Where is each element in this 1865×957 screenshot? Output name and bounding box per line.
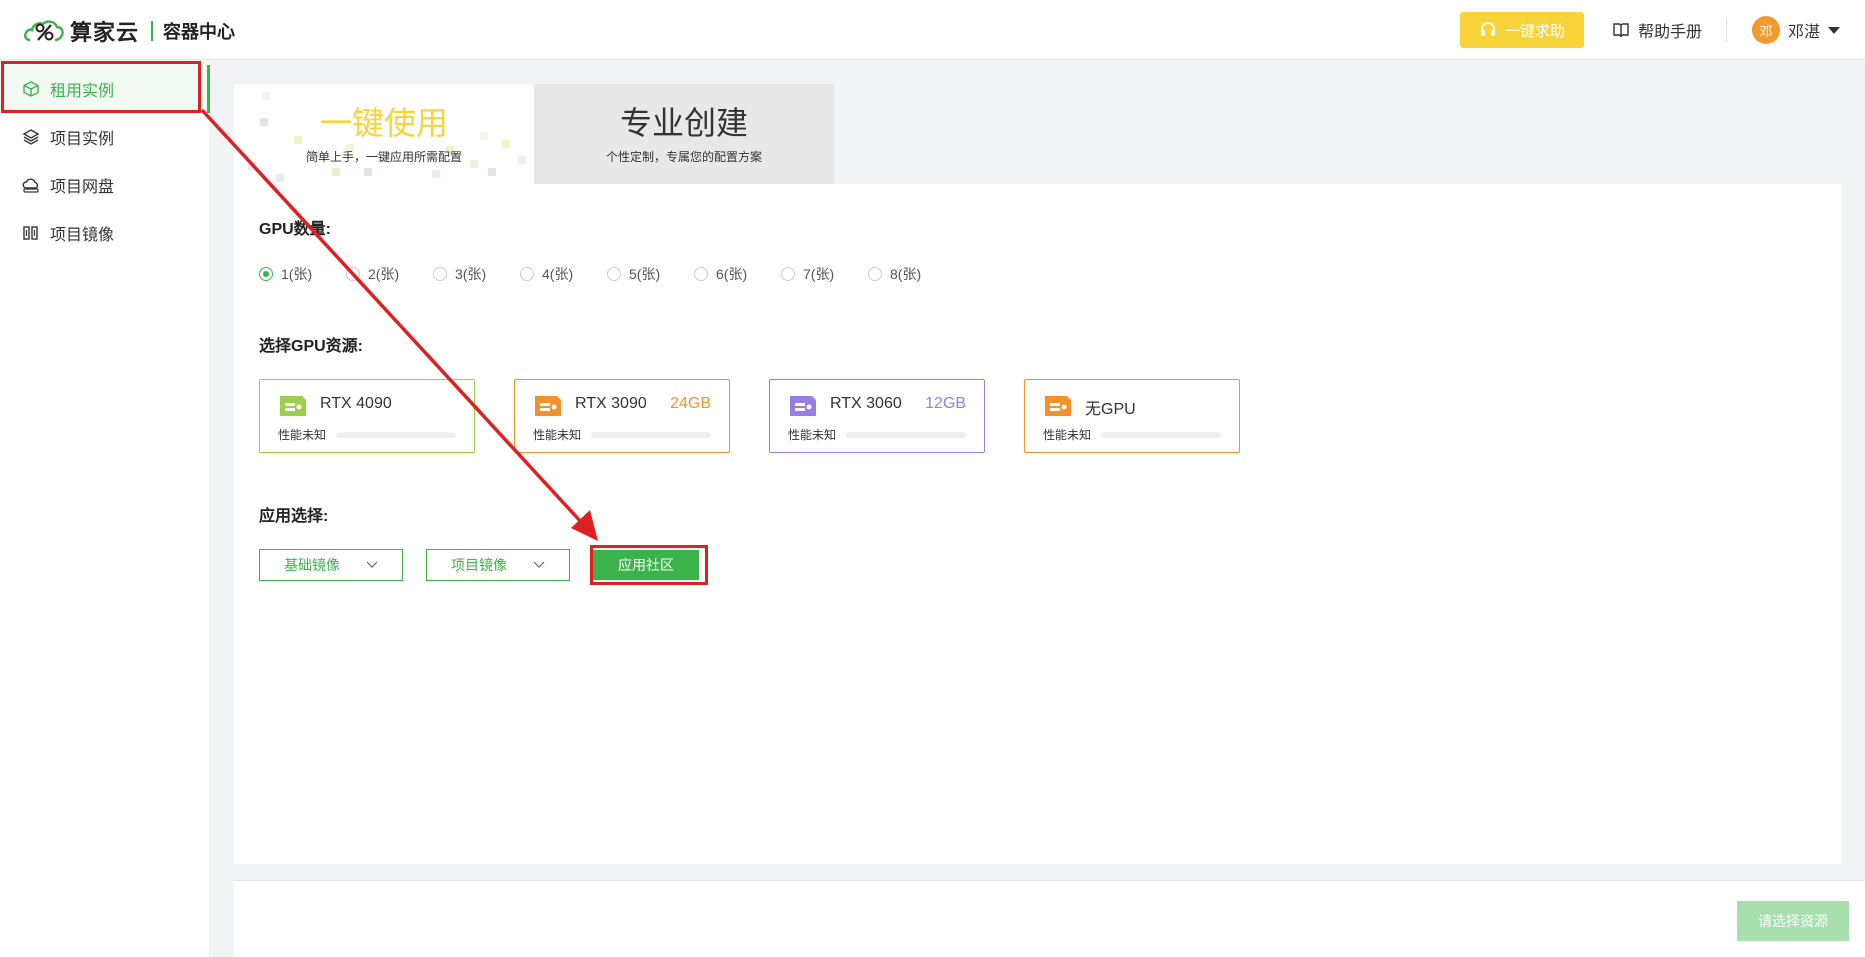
project-image-dropdown[interactable]: 项目镜像 — [426, 549, 570, 581]
tab-professional-title: 专业创建 — [619, 105, 748, 141]
gpu-icon — [1045, 396, 1071, 416]
dropdown-label: 项目镜像 — [451, 557, 507, 573]
gpu-count-option-8[interactable]: 8(张) — [868, 264, 955, 284]
chevron-down-icon — [533, 561, 545, 568]
radio-circle — [868, 267, 882, 281]
gpu-perf-label: 性能未知 — [788, 428, 837, 442]
app-select-label: 应用选择: — [259, 508, 329, 525]
gpu-count-option-1[interactable]: 1(张) — [259, 264, 346, 284]
radio-circle — [694, 267, 708, 281]
gpu-perf-bar — [591, 432, 711, 438]
gpu-icon — [790, 396, 816, 416]
radio-label: 6(张) — [716, 266, 748, 282]
radio-circle — [346, 267, 360, 281]
gpu-icon — [280, 396, 306, 416]
cloud-disk-icon — [22, 178, 39, 193]
radio-label: 8(张) — [890, 266, 922, 282]
gpu-count-label: GPU数量: — [259, 221, 332, 238]
sidebar-item-label: 项目镜像 — [50, 227, 115, 244]
gpu-name: RTX 3060 — [830, 395, 902, 412]
radio-label: 3(张) — [455, 266, 487, 282]
base-image-dropdown[interactable]: 基础镜像 — [259, 549, 403, 581]
avatar: 邓 — [1752, 16, 1780, 44]
tab-professional-subtitle: 个性定制，专属您的配置方案 — [605, 150, 762, 164]
radio-circle — [259, 267, 273, 281]
annotation-highlight-app-community — [590, 545, 708, 585]
user-menu[interactable]: 邓 邓湛 — [1752, 15, 1841, 45]
dropdown-label: 基础镜像 — [284, 557, 340, 573]
gpu-perf-bar — [336, 432, 456, 438]
sidebar-item-project-image[interactable]: 项目镜像 — [0, 209, 210, 257]
top-header: 算家云 容器中心 一键求助 帮助手册 邓 邓湛 — [0, 0, 1865, 60]
gpu-memory: 12GB — [925, 395, 966, 412]
gpu-card-rtx-4090[interactable]: RTX 4090 性能未知 — [259, 379, 475, 453]
gpu-count-option-3[interactable]: 3(张) — [433, 264, 520, 284]
book-icon — [1613, 23, 1629, 38]
gpu-resource-label: 选择GPU资源: — [259, 338, 364, 355]
radio-circle — [433, 267, 447, 281]
radio-label: 5(张) — [629, 266, 661, 282]
brand-name: 算家云 — [70, 20, 140, 45]
radio-circle — [607, 267, 621, 281]
gpu-perf-label: 性能未知 — [278, 428, 327, 442]
headset-icon — [1480, 22, 1495, 36]
gpu-name: RTX 3090 — [575, 395, 647, 412]
gpu-count-option-5[interactable]: 5(张) — [607, 264, 694, 284]
bottom-action-bar: 请选择资源 — [234, 880, 1865, 957]
section-name: 容器中心 — [163, 22, 236, 42]
logo-divider — [151, 21, 154, 41]
config-panel: GPU数量: 1(张) 2(张) 3(张) 4(张) 5(张) 6(张) 7(张… — [234, 184, 1842, 864]
gpu-count-option-4[interactable]: 4(张) — [520, 264, 607, 284]
logo[interactable]: 算家云 容器中心 — [24, 14, 235, 48]
one-click-help-button[interactable]: 一键求助 — [1460, 12, 1584, 48]
gpu-name: RTX 4090 — [320, 395, 392, 412]
gpu-perf-bar — [1101, 432, 1221, 438]
help-button-label: 一键求助 — [1504, 22, 1565, 40]
gpu-card-rtx-3090[interactable]: RTX 3090 24GB 性能未知 — [514, 379, 730, 453]
tab-one-click-title: 一键使用 — [319, 105, 448, 141]
gpu-count-radio-group: 1(张) 2(张) 3(张) 4(张) 5(张) 6(张) 7(张) 8(张) — [259, 264, 955, 284]
gpu-memory: 24GB — [670, 395, 711, 412]
gpu-perf-label: 性能未知 — [1043, 428, 1092, 442]
user-name: 邓湛 — [1788, 24, 1821, 41]
gpu-count-option-7[interactable]: 7(张) — [781, 264, 868, 284]
help-manual-label: 帮助手册 — [1638, 24, 1703, 41]
annotation-highlight-rent-instance — [1, 61, 201, 113]
gpu-card-rtx-3060[interactable]: RTX 3060 12GB 性能未知 — [769, 379, 985, 453]
sidebar: 租用实例 项目实例 项目网盘 项目镜像 — [0, 61, 210, 957]
layers-icon — [22, 129, 40, 145]
gpu-count-option-6[interactable]: 6(张) — [694, 264, 781, 284]
radio-label: 7(张) — [803, 266, 835, 282]
sidebar-item-project-disk[interactable]: 项目网盘 — [0, 161, 210, 209]
radio-circle — [520, 267, 534, 281]
sidebar-item-label: 项目实例 — [50, 131, 115, 148]
caret-down-icon — [1828, 26, 1841, 34]
gpu-name: 无GPU — [1085, 401, 1136, 418]
radio-circle — [781, 267, 795, 281]
gpu-perf-label: 性能未知 — [533, 428, 582, 442]
tab-one-click[interactable]: 一键使用 简单上手，一键应用所需配置 — [234, 84, 534, 184]
radio-label: 4(张) — [542, 266, 574, 282]
gpu-perf-bar — [846, 432, 966, 438]
radio-label: 2(张) — [368, 266, 400, 282]
logo-icon — [24, 20, 64, 42]
tab-one-click-subtitle: 简单上手，一键应用所需配置 — [305, 150, 462, 164]
image-icon — [23, 226, 38, 240]
help-manual-link[interactable]: 帮助手册 — [1612, 18, 1702, 42]
radio-label: 1(张) — [281, 266, 313, 282]
tab-professional[interactable]: 专业创建 个性定制，专属您的配置方案 — [534, 84, 834, 184]
select-resource-submit-button[interactable]: 请选择资源 — [1737, 901, 1849, 941]
sidebar-item-project-instance[interactable]: 项目实例 — [0, 113, 210, 161]
chevron-down-icon — [366, 561, 378, 568]
gpu-icon — [535, 396, 561, 416]
gpu-card-no-gpu[interactable]: 无GPU 性能未知 — [1024, 379, 1240, 453]
gpu-count-option-2[interactable]: 2(张) — [346, 264, 433, 284]
header-divider — [1726, 18, 1727, 42]
sidebar-item-label: 项目网盘 — [50, 179, 115, 196]
